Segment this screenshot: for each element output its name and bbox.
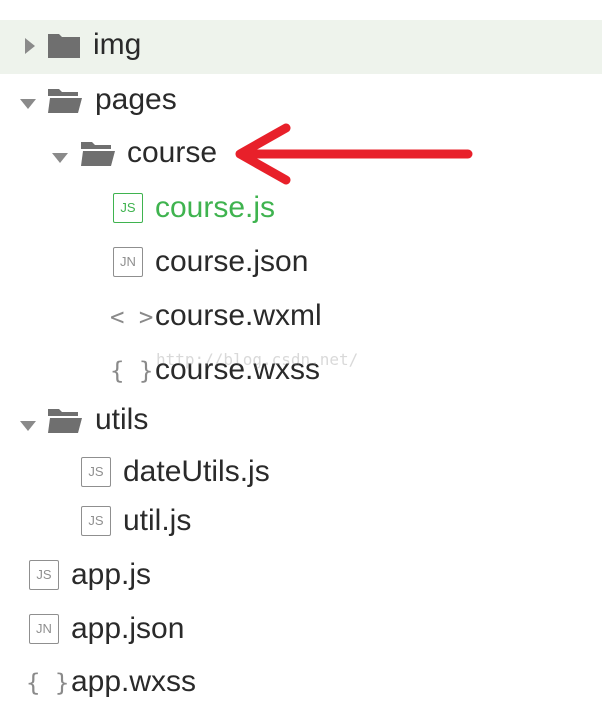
tree-item-label: app.json xyxy=(71,612,185,645)
tree-item-course-wxml[interactable]: < > course.wxml xyxy=(0,290,602,342)
tree-item-label: utils xyxy=(95,403,149,436)
caret-right-icon[interactable] xyxy=(24,37,36,55)
curly-braces-icon: { } xyxy=(110,357,154,385)
js-file-icon: JS xyxy=(113,193,143,223)
json-file-icon: JN xyxy=(113,247,143,277)
js-file-icon: JS xyxy=(81,457,111,487)
caret-down-icon[interactable] xyxy=(19,420,37,432)
tree-item-label: course.js xyxy=(155,191,276,224)
tree-item-pages[interactable]: pages xyxy=(0,74,602,126)
tree-item-label: course xyxy=(127,136,218,169)
tree-item-img[interactable]: img xyxy=(0,20,602,72)
json-file-icon: JN xyxy=(29,614,59,644)
tree-item-label: course.json xyxy=(155,245,309,278)
js-file-icon: JS xyxy=(29,560,59,590)
folder-open-icon xyxy=(81,142,115,166)
tree-item-label: util.js xyxy=(123,504,192,537)
tree-item-course-js[interactable]: JS course.js xyxy=(0,182,602,234)
tree-item-label: course.wxml xyxy=(155,299,322,332)
caret-down-icon[interactable] xyxy=(51,152,69,164)
js-file-icon: JS xyxy=(81,506,111,536)
red-arrow-annotation xyxy=(235,123,473,185)
code-brackets-icon: < > xyxy=(110,303,154,331)
tree-item-utils[interactable]: utils xyxy=(0,396,602,448)
tree-item-app-json[interactable]: JN app.json xyxy=(0,604,602,656)
tree-item-label: app.wxss xyxy=(71,665,197,698)
watermark-text: http://blog.csdn.net/ xyxy=(156,350,359,369)
folder-open-icon xyxy=(48,89,82,113)
tree-item-label: pages xyxy=(95,83,177,116)
tree-item-dateutils-js[interactable]: JS dateUtils.js xyxy=(0,446,602,498)
tree-item-course-json[interactable]: JN course.json xyxy=(0,236,602,288)
tree-item-app-wxss[interactable]: { } app.wxss xyxy=(0,656,602,708)
caret-down-icon[interactable] xyxy=(19,98,37,110)
tree-item-util-js[interactable]: JS util.js xyxy=(0,496,602,548)
tree-item-label: img xyxy=(93,28,142,61)
curly-braces-icon: { } xyxy=(26,669,70,697)
tree-item-app-js[interactable]: JS app.js xyxy=(0,550,602,602)
tree-item-label: app.js xyxy=(71,558,152,591)
folder-open-icon xyxy=(48,409,82,433)
folder-icon xyxy=(48,34,80,58)
tree-item-label: dateUtils.js xyxy=(123,455,270,488)
